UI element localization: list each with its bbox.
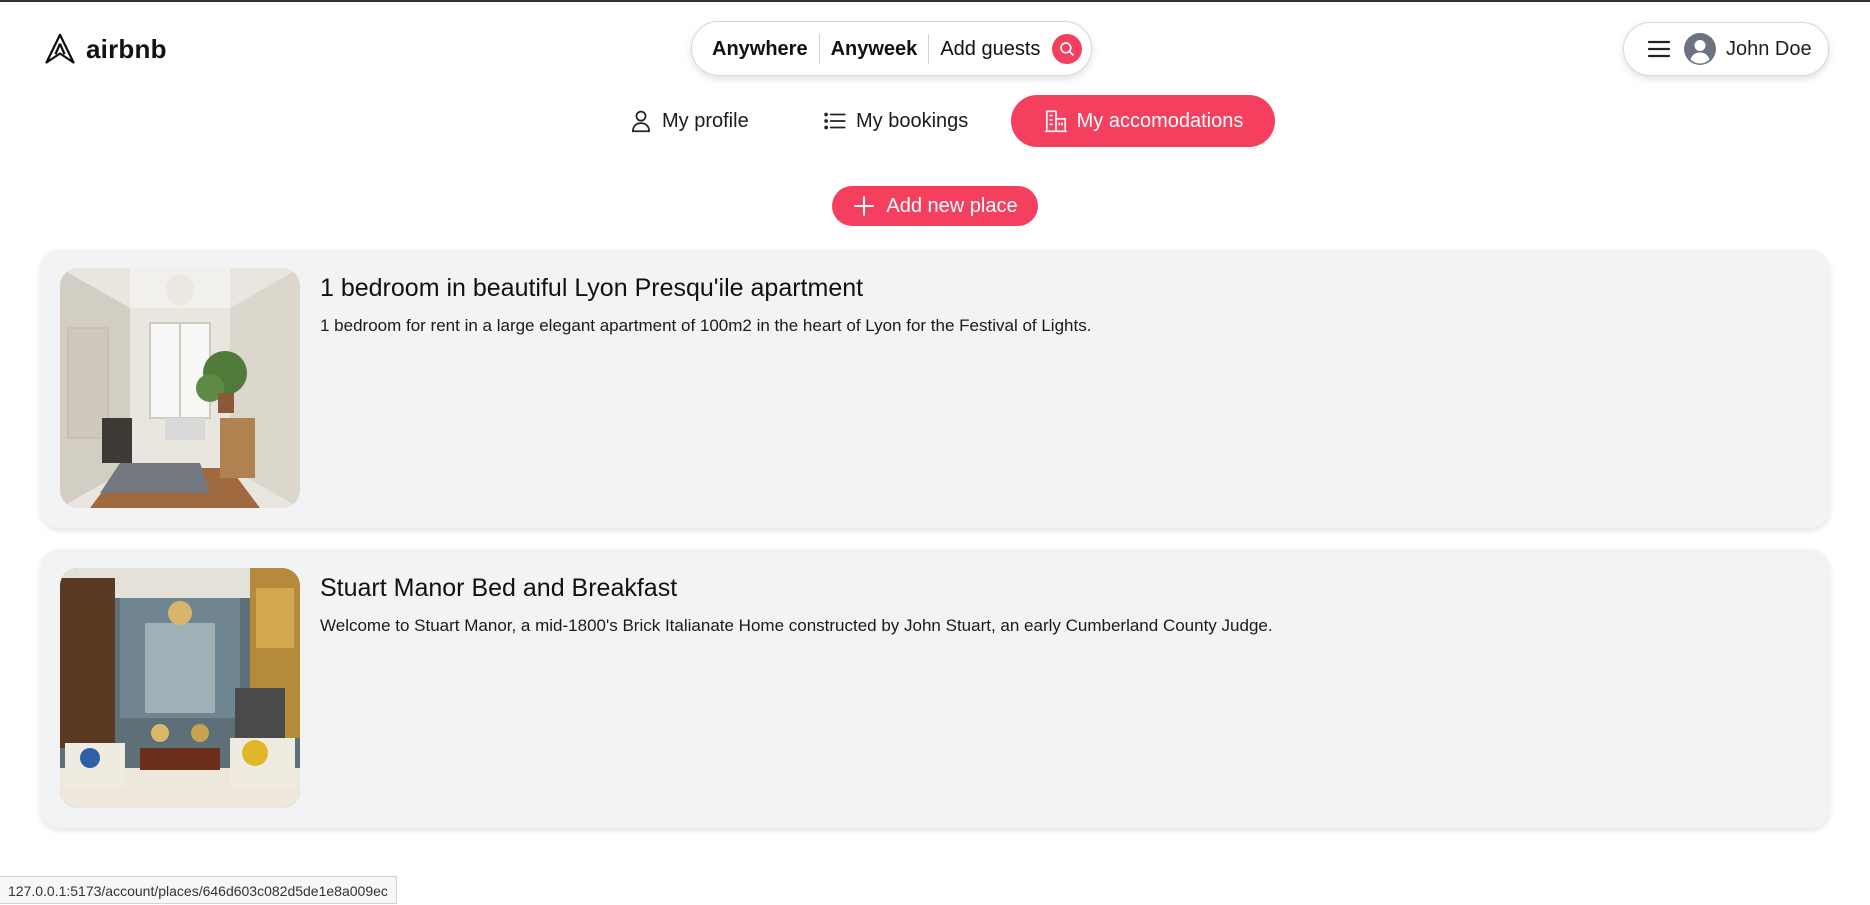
nav-my-accomodations[interactable]: My accomodations (1011, 95, 1275, 147)
search-anyweek[interactable]: Anyweek (820, 36, 929, 62)
nav-my-bookings-label: My bookings (856, 109, 969, 132)
user-name: John Doe (1726, 37, 1812, 60)
place-title[interactable]: 1 bedroom in beautiful Lyon Presqu'ile a… (320, 274, 863, 303)
list-icon (824, 112, 846, 130)
search-add-guests[interactable]: Add guests (929, 36, 1051, 62)
manor-photo (60, 568, 300, 808)
search-button[interactable] (1052, 33, 1083, 64)
window-top-border (0, 0, 1870, 2)
place-photo (60, 568, 300, 808)
user-icon (632, 110, 650, 133)
search-anywhere[interactable]: Anywhere (692, 36, 819, 62)
nav-my-profile-label: My profile (662, 109, 749, 132)
avatar (1684, 33, 1716, 65)
add-new-place-label: Add new place (886, 194, 1018, 217)
place-description: 1 bedroom for rent in a large elegant ap… (320, 316, 1092, 335)
nav-my-profile[interactable]: My profile (628, 95, 749, 147)
hamburger-icon (1647, 40, 1671, 58)
nav-my-accomodations-label: My accomodations (1076, 109, 1244, 132)
search-bar[interactable]: Anywhere Anyweek Add guests (691, 21, 1092, 76)
hamburger-icon-wrap (1646, 38, 1672, 60)
apartment-photo (60, 268, 300, 508)
add-new-place-button[interactable]: Add new place (832, 186, 1038, 226)
logo-text: airbnb (86, 33, 167, 64)
plus-icon (854, 196, 875, 216)
building-icon (1044, 110, 1067, 133)
status-bar-url: 127.0.0.1:5173/account/places/646d603c08… (0, 876, 397, 904)
place-card[interactable]: 1 bedroom in beautiful Lyon Presqu'ile a… (40, 249, 1830, 528)
place-description: Welcome to Stuart Manor, a mid-1800's Br… (320, 616, 1273, 635)
airbnb-logo-icon (45, 33, 75, 64)
user-avatar-icon (1684, 33, 1716, 65)
place-photo (60, 268, 300, 508)
place-title[interactable]: Stuart Manor Bed and Breakfast (320, 574, 677, 603)
user-menu-button[interactable]: John Doe (1623, 22, 1829, 76)
search-icon (1060, 41, 1075, 56)
nav-my-bookings[interactable]: My bookings (822, 95, 968, 147)
place-card[interactable]: Stuart Manor Bed and Breakfast Welcome t… (40, 549, 1830, 828)
logo[interactable]: airbnb (42, 30, 167, 68)
